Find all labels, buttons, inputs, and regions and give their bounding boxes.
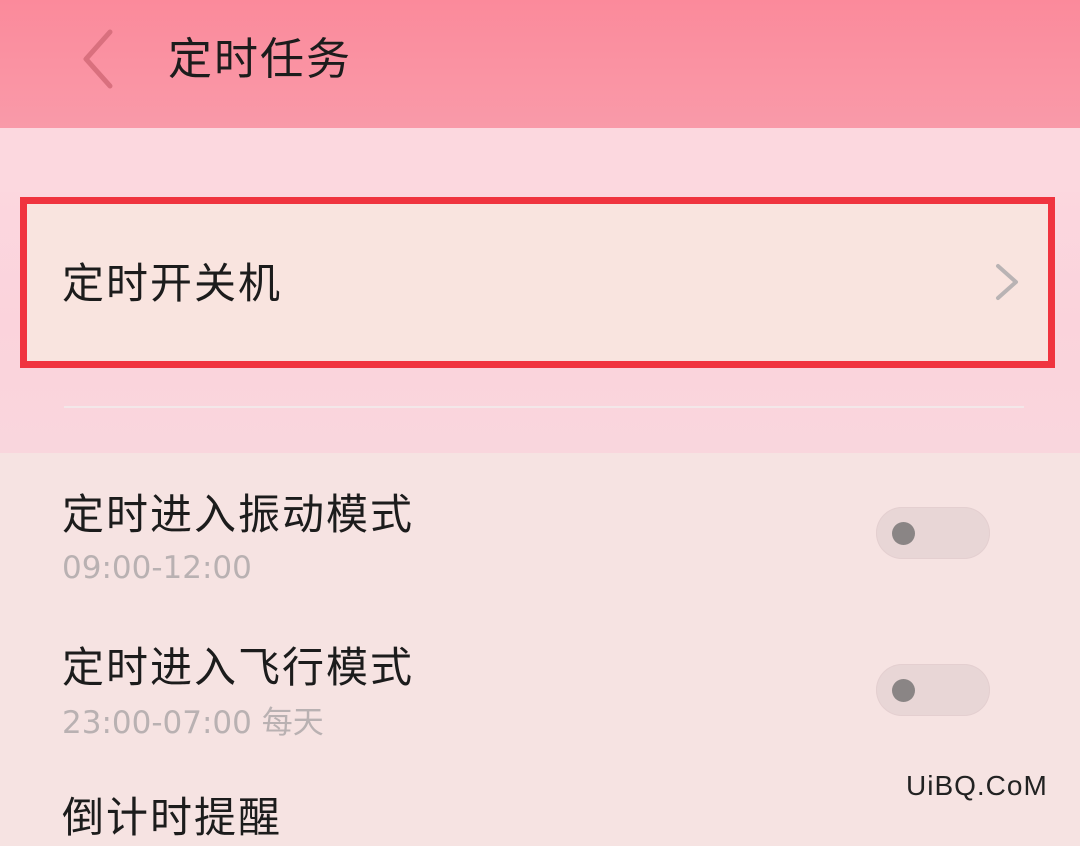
setting-item-subtitle: 09:00-12:00 xyxy=(62,550,252,586)
chevron-right-icon xyxy=(996,264,1018,300)
setting-item-subtitle: 23:00-07:00 每天 xyxy=(62,705,324,741)
app-header: 定时任务 xyxy=(0,0,1080,128)
airplane-mode-toggle[interactable] xyxy=(876,664,990,716)
section-spacer xyxy=(0,128,1080,192)
setting-item-partial[interactable]: 倒计时提醒 xyxy=(62,790,282,846)
page-title: 定时任务 xyxy=(168,34,352,85)
setting-item-title: 定时进入振动模式 xyxy=(62,490,415,539)
toggle-knob xyxy=(892,522,915,545)
vibrate-mode-toggle[interactable] xyxy=(876,507,990,559)
scheduled-power-label: 定时开关机 xyxy=(62,259,283,308)
toggle-knob xyxy=(892,679,915,702)
chevron-left-icon[interactable] xyxy=(78,28,118,90)
divider xyxy=(64,406,1024,408)
setting-item-title: 定时进入飞行模式 xyxy=(62,643,415,692)
watermark-text: UiBQ.CoM xyxy=(906,770,1048,801)
